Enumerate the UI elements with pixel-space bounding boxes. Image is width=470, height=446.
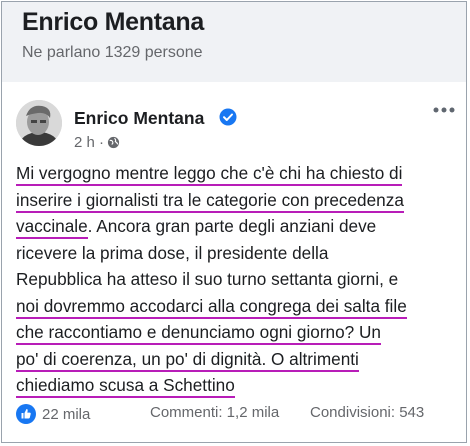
avatar-photo (16, 100, 62, 146)
post-text: Mi vergogno mentre leggo che c'è chi ha … (16, 160, 462, 399)
text-line: noi dovremmo accodarci alla congrega dei… (16, 293, 462, 320)
highlighted-text: po' di coerenza, un po' di dignità. O al… (16, 348, 359, 372)
text-segment: . Ancora gran parte degli anziani deve (87, 216, 377, 236)
text-line: che raccontiamo e denunciamo ogni giorno… (16, 319, 462, 346)
post-time[interactable]: 2 h · (74, 134, 104, 151)
reactions-count[interactable]: 22 mila (16, 404, 90, 424)
more-options-icon[interactable] (432, 106, 456, 114)
like-icon (16, 404, 36, 424)
post-meta: 2 h · (74, 134, 120, 151)
comments-count[interactable]: Commenti: 1,2 mila (150, 404, 279, 421)
text-line: Mi vergogno mentre leggo che c'è chi ha … (16, 160, 462, 187)
page-title[interactable]: Enrico Mentana (22, 8, 204, 37)
text-line: po' di coerenza, un po' di dignità. O al… (16, 346, 462, 373)
avatar[interactable] (16, 100, 62, 146)
text-line: ricevere la prima dose, il presidente de… (16, 242, 329, 263)
post-footer: 22 mila Commenti: 1,2 mila Condivisioni:… (2, 388, 466, 438)
highlighted-text: vaccinale (16, 216, 88, 239)
text-line: inserire i giornalisti tra le categorie … (16, 187, 462, 214)
text-line: Repubblica ha atteso il suo turno settan… (16, 269, 399, 289)
likes-count: 22 mila (42, 405, 91, 423)
globe-icon (107, 136, 120, 149)
page-header: Enrico Mentana Ne parlano 1329 persone (2, 2, 466, 82)
highlighted-text: inserire i giornalisti tra le categorie … (16, 189, 404, 213)
verified-badge-icon (219, 108, 237, 126)
text-line: vaccinale. Ancora gran parte degli anzia… (16, 213, 462, 240)
highlighted-text: che raccontiamo e denunciamo ogni giorno… (16, 322, 381, 345)
highlighted-text: noi dovremmo accodarci alla congrega dei… (16, 295, 407, 319)
author-name[interactable]: Enrico Mentana (74, 108, 204, 129)
shares-count[interactable]: Condivisioni: 543 (310, 404, 424, 421)
page-subtitle: Ne parlano 1329 persone (22, 44, 203, 61)
highlighted-text: Mi vergogno mentre leggo che c'è chi ha … (16, 163, 403, 186)
